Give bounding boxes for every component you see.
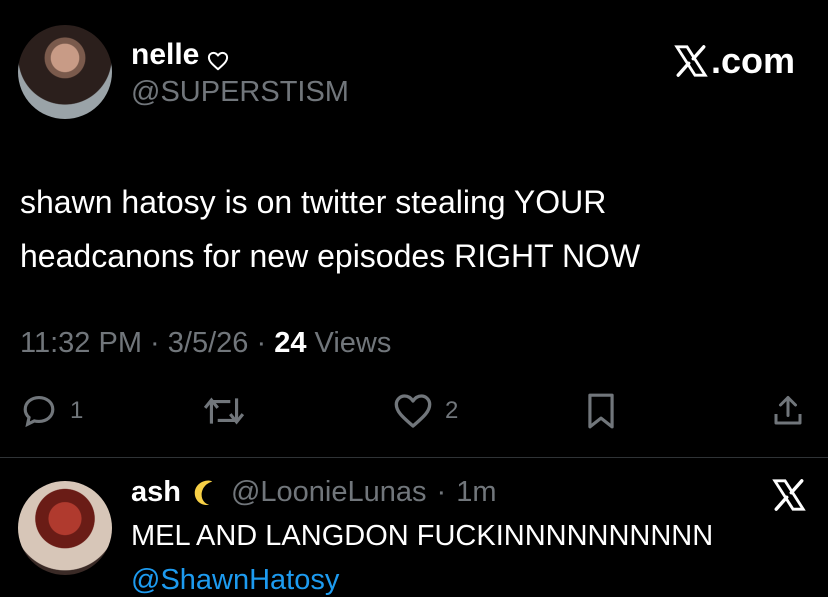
reply-header: ash @LoonieLunas · 1m: [131, 476, 497, 509]
like-count: 2: [445, 397, 459, 424]
views-label: Views: [314, 327, 392, 359]
reply-author-name[interactable]: ash: [131, 476, 181, 509]
x-logo-icon: [674, 45, 708, 77]
reply-time[interactable]: 1m: [456, 476, 496, 509]
reply-count: 1: [70, 397, 84, 424]
repost-button[interactable]: [202, 392, 246, 430]
author-name-text: nelle: [131, 38, 200, 71]
brand-logo: .com: [673, 40, 795, 82]
reply-mention-link[interactable]: @ShawnHatosy: [131, 564, 339, 597]
reply-button[interactable]: 1: [20, 392, 83, 430]
x-logo-icon: [772, 479, 806, 511]
reply-author-handle[interactable]: @LoonieLunas: [231, 476, 427, 509]
meta-separator: ·: [150, 327, 168, 359]
tweet-text-line-2: headcanons for new episodes RIGHT NOW: [20, 238, 641, 274]
author-handle[interactable]: @SUPERSTISM: [131, 76, 349, 109]
tweet-meta: 11:32 PM · 3/5/26 · 24 Views: [20, 327, 391, 360]
bookmark-icon: [588, 393, 614, 429]
reply-author-avatar[interactable]: [18, 481, 112, 575]
action-bar: 1 2: [0, 392, 828, 438]
author-avatar[interactable]: [18, 25, 112, 119]
like-button[interactable]: 2: [393, 392, 458, 430]
divider: [0, 457, 828, 458]
tweet-text: shawn hatosy is on twitter stealing YOUR…: [20, 175, 800, 283]
reply-text: MEL AND LANGDON FUCKINNNNNNNNNN: [131, 520, 714, 552]
speech-bubble-icon: [23, 395, 55, 428]
heart-outline-icon: [207, 45, 229, 71]
heart-icon: [394, 394, 432, 428]
tweet-date[interactable]: 3/5/26: [168, 327, 249, 359]
bookmark-button[interactable]: [584, 392, 618, 430]
share-button[interactable]: [770, 392, 806, 430]
author-display-name[interactable]: nelle: [131, 38, 229, 72]
tweet-time[interactable]: 11:32 PM: [20, 327, 142, 359]
brand-suffix: .com: [710, 40, 795, 81]
views-count: 24: [274, 327, 307, 359]
repost-icon: [203, 397, 245, 425]
share-icon: [774, 396, 802, 425]
tweet-text-line-1: shawn hatosy is on twitter stealing YOUR: [20, 184, 607, 220]
meta-separator: ·: [256, 327, 275, 359]
crescent-moon-icon: [191, 478, 221, 508]
reply-time-separator: ·: [436, 476, 447, 508]
